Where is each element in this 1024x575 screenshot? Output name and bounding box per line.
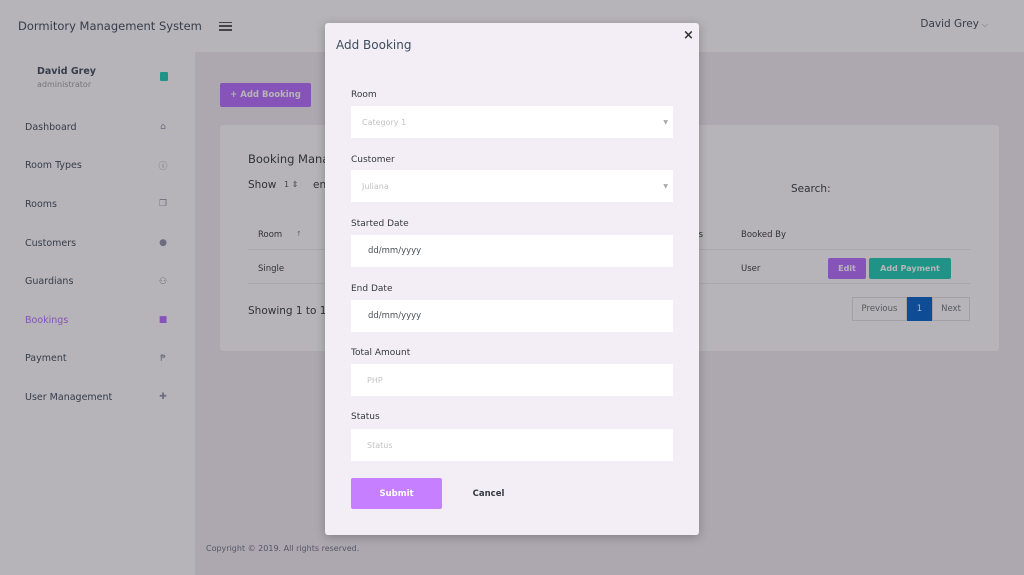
add-booking-modal: Add Booking × Room Category 1 ▼ Customer… [325,23,699,535]
customer-label: Customer [351,155,395,165]
started-date-label: Started Date [351,219,409,229]
room-label: Room [351,90,377,100]
caret-down-icon: ▼ [663,118,668,126]
room-select-value: Category 1 [362,117,407,127]
customer-select-value: Juliana [362,181,389,191]
modal-title: Add Booking [336,38,412,52]
customer-select[interactable]: Juliana ▼ [351,170,673,202]
status-input[interactable]: Status [351,429,673,461]
cancel-button[interactable]: Cancel [460,478,517,509]
end-date-input[interactable]: dd/mm/yyyy [351,300,673,332]
total-amount-input[interactable]: PHP [351,364,673,396]
end-date-label: End Date [351,284,393,294]
total-amount-label: Total Amount [351,348,411,358]
submit-button[interactable]: Submit [351,478,442,509]
caret-down-icon: ▼ [663,182,668,190]
close-icon[interactable]: × [683,28,694,43]
status-label: Status [351,412,380,422]
room-select[interactable]: Category 1 ▼ [351,106,673,138]
started-date-input[interactable]: dd/mm/yyyy [351,235,673,267]
